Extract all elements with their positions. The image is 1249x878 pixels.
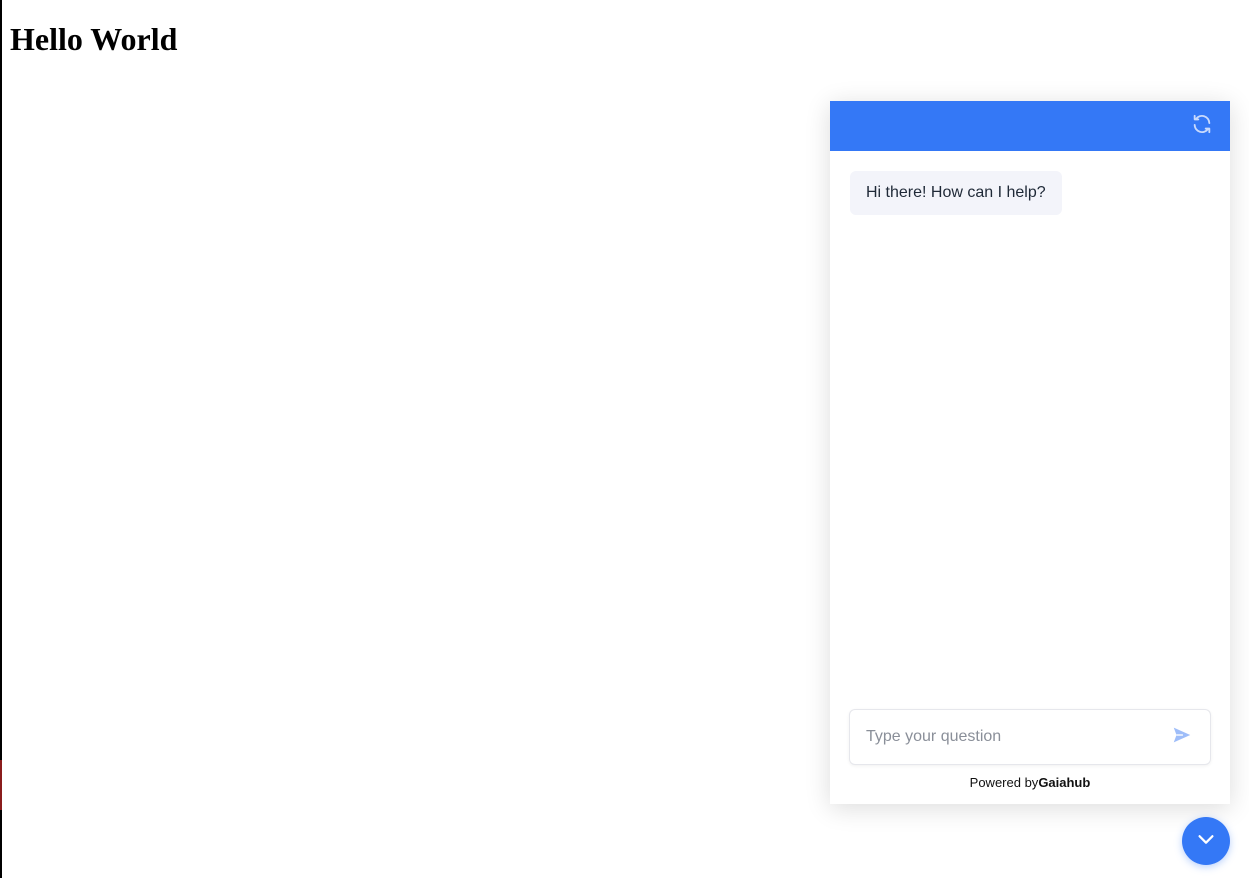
powered-by: Powered byGaiahub: [849, 775, 1211, 791]
chevron-down-icon: [1195, 828, 1217, 855]
chat-messages: Hi there! How can I help?: [830, 151, 1230, 709]
left-edge-border: [0, 0, 2, 878]
chat-toggle-button[interactable]: [1182, 817, 1230, 865]
question-input[interactable]: [866, 728, 1162, 746]
powered-by-prefix: Powered by: [969, 775, 1039, 790]
chat-header: [830, 101, 1230, 151]
powered-by-brand[interactable]: Gaiahub: [1038, 775, 1090, 790]
bot-message: Hi there! How can I help?: [850, 171, 1062, 215]
chat-footer: Powered byGaiahub: [830, 709, 1230, 804]
chat-widget: Hi there! How can I help? Powered byGaia…: [830, 101, 1230, 804]
left-edge-accent: [0, 760, 2, 810]
refresh-icon: [1191, 113, 1213, 140]
send-button[interactable]: [1170, 725, 1194, 749]
page-title: Hello World: [10, 21, 178, 57]
send-icon: [1171, 724, 1193, 751]
chat-input-box: [849, 709, 1211, 765]
refresh-button[interactable]: [1190, 114, 1214, 138]
